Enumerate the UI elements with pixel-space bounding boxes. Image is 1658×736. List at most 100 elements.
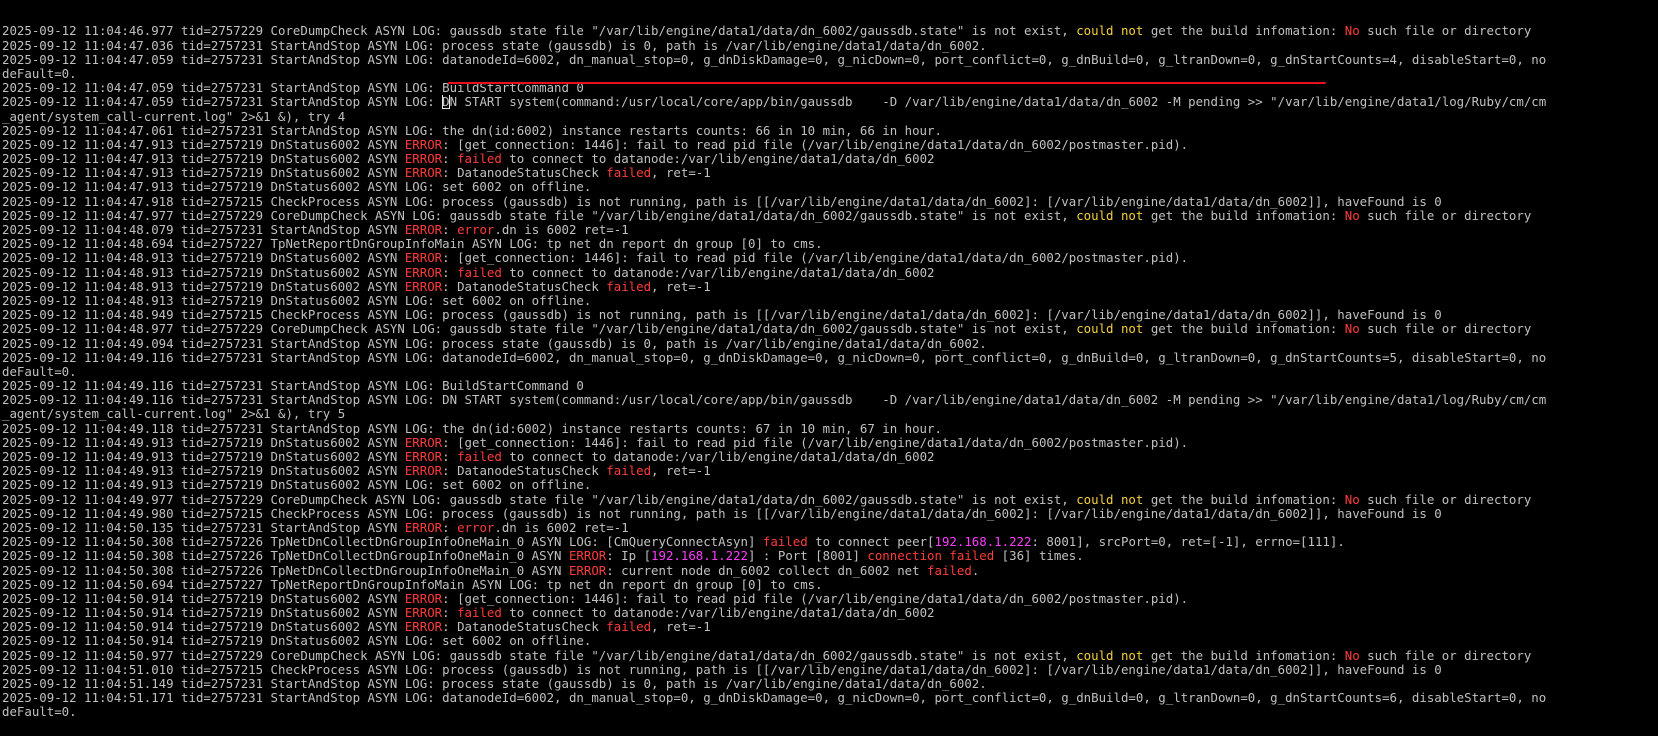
log-line: 2025-09-12 11:04:47.036 tid=2757231 Star… <box>2 39 1658 53</box>
log-text: 2025-09-12 11:04:50.914 tid=2757219 DnSt… <box>2 606 405 621</box>
error-highlight: ERROR <box>568 563 607 578</box>
log-line: 2025-09-12 11:04:51.149 tid=2757231 Star… <box>2 677 1658 691</box>
log-line: 2025-09-12 11:04:50.914 tid=2757219 DnSt… <box>2 592 1658 606</box>
log-line: 2025-09-12 11:04:50.694 tid=2757227 TpNe… <box>2 578 1658 592</box>
log-text: 2025-09-12 11:04:49.116 tid=2757231 Star… <box>2 350 1547 365</box>
log-text: to connect to datanode:/var/lib/engine/d… <box>501 606 935 621</box>
log-text: , ret=-1 <box>651 620 711 635</box>
log-text: _agent/system_call-current.log" 2>&1 &),… <box>2 407 346 422</box>
log-text: 2025-09-12 11:04:49.116 tid=2757231 Star… <box>2 393 1547 408</box>
error-highlight: failed <box>606 279 652 294</box>
log-text: 2025-09-12 11:04:48.913 tid=2757219 DnSt… <box>2 265 405 280</box>
log-line: 2025-09-12 11:04:47.913 tid=2757219 DnSt… <box>2 138 1658 152</box>
log-line: _agent/system_call-current.log" 2>&1 &),… <box>2 110 1658 124</box>
log-line: 2025-09-12 11:04:49.980 tid=2757215 Chec… <box>2 507 1658 521</box>
log-line: 2025-09-12 11:04:50.308 tid=2757226 TpNe… <box>2 564 1658 578</box>
log-line: 2025-09-12 11:04:49.977 tid=2757229 Core… <box>2 493 1658 507</box>
log-text: 2025-09-12 11:04:47.061 tid=2757231 Star… <box>2 123 942 138</box>
log-text: 2025-09-12 11:04:47.913 tid=2757219 DnSt… <box>2 180 592 195</box>
log-line: 2025-09-12 11:04:49.913 tid=2757219 DnSt… <box>2 436 1658 450</box>
warning-highlight: could not <box>1076 648 1144 663</box>
log-text: : DatanodeStatusCheck <box>442 279 607 294</box>
annotation-underline <box>448 82 1326 84</box>
log-line: 2025-09-12 11:04:48.913 tid=2757219 DnSt… <box>2 266 1658 280</box>
log-line: 2025-09-12 11:04:47.913 tid=2757219 DnSt… <box>2 166 1658 180</box>
log-line: 2025-09-12 11:04:50.914 tid=2757219 DnSt… <box>2 606 1658 620</box>
log-text: : DatanodeStatusCheck <box>442 166 607 181</box>
log-line: 2025-09-12 11:04:49.118 tid=2757231 Star… <box>2 422 1658 436</box>
log-text: : <box>442 265 458 280</box>
error-highlight: ERROR <box>404 223 443 238</box>
log-text: , ret=-1 <box>651 279 711 294</box>
error-highlight: error <box>457 223 495 238</box>
log-line: 2025-09-12 11:04:47.061 tid=2757231 Star… <box>2 124 1658 138</box>
log-line: 2025-09-12 11:04:48.949 tid=2757215 Chec… <box>2 308 1658 322</box>
log-text: deFault=0. <box>2 705 77 720</box>
log-text: : [get_connection: 1446]: fail to read p… <box>442 251 1189 266</box>
log-text: [36] times. <box>994 549 1084 564</box>
log-text: to connect peer[ <box>807 535 935 550</box>
ip-highlight: 192.168.1.222 <box>934 535 1032 550</box>
log-text: : [get_connection: 1446]: fail to read p… <box>442 435 1189 450</box>
log-text: get the build infomation: <box>1143 492 1345 507</box>
log-text: 2025-09-12 11:04:50.135 tid=2757231 Star… <box>2 520 405 535</box>
log-text: 2025-09-12 11:04:47.913 tid=2757219 DnSt… <box>2 152 405 167</box>
log-text: get the build infomation: <box>1143 24 1345 39</box>
log-text: _agent/system_call-current.log" 2>&1 &),… <box>2 109 346 124</box>
error-highlight: ERROR <box>404 279 443 294</box>
log-text: : DatanodeStatusCheck <box>442 464 607 479</box>
log-line: 2025-09-12 11:04:47.918 tid=2757215 Chec… <box>2 195 1658 209</box>
log-text: such file or directory <box>1359 492 1532 507</box>
error-highlight: ERROR <box>404 251 443 266</box>
error-highlight: ERROR <box>404 137 443 152</box>
log-text: N START system(command:/usr/local/core/a… <box>449 95 1547 110</box>
log-text: 2025-09-12 11:04:49.118 tid=2757231 Star… <box>2 421 942 436</box>
warning-highlight: could not <box>1076 24 1144 39</box>
log-line: 2025-09-12 11:04:50.914 tid=2757219 DnSt… <box>2 634 1658 648</box>
error-highlight: failed <box>457 606 502 621</box>
log-line: 2025-09-12 11:04:50.914 tid=2757219 DnSt… <box>2 620 1658 634</box>
warning-highlight: could not <box>1076 322 1144 337</box>
log-text: 2025-09-12 11:04:48.913 tid=2757219 DnSt… <box>2 251 405 266</box>
log-text: .dn is 6002 ret=-1 <box>494 520 629 535</box>
error-highlight: ERROR <box>568 549 607 564</box>
log-text: 2025-09-12 11:04:49.977 tid=2757229 Core… <box>2 492 1077 507</box>
log-line: 2025-09-12 11:04:50.977 tid=2757229 Core… <box>2 649 1658 663</box>
error-highlight: No <box>1344 24 1360 39</box>
log-text: deFault=0. <box>2 364 77 379</box>
log-line: deFault=0. <box>2 365 1658 379</box>
error-highlight: No <box>1344 492 1360 507</box>
log-line: 2025-09-12 11:04:49.116 tid=2757231 Star… <box>2 379 1658 393</box>
log-text: 2025-09-12 11:04:47.059 tid=2757231 Star… <box>2 95 443 110</box>
log-text: : 8001], srcPort=0, ret=[-1], errno=[111… <box>1031 535 1345 550</box>
log-text: 2025-09-12 11:04:47.913 tid=2757219 DnSt… <box>2 137 405 152</box>
log-line: 2025-09-12 11:04:48.913 tid=2757219 DnSt… <box>2 294 1658 308</box>
log-text: 2025-09-12 11:04:47.918 tid=2757215 Chec… <box>2 194 1442 209</box>
log-text: to connect to datanode:/var/lib/engine/d… <box>501 152 935 167</box>
log-text: : <box>442 152 458 167</box>
log-text: ] : Port [8001] <box>748 549 868 564</box>
log-text: 2025-09-12 11:04:50.694 tid=2757227 TpNe… <box>2 577 823 592</box>
log-line: 2025-09-12 11:04:51.010 tid=2757215 Chec… <box>2 663 1658 677</box>
log-text: such file or directory <box>1359 24 1532 39</box>
log-text: : <box>442 520 458 535</box>
error-highlight: ERROR <box>404 435 443 450</box>
log-line: 2025-09-12 11:04:49.913 tid=2757219 DnSt… <box>2 464 1658 478</box>
terminal-output[interactable]: 2025-09-12 11:04:46.977 tid=2757229 Core… <box>0 0 1658 736</box>
error-highlight: failed <box>927 563 972 578</box>
log-line: 2025-09-12 11:04:49.116 tid=2757231 Star… <box>2 393 1658 407</box>
log-line: 2025-09-12 11:04:47.913 tid=2757219 DnSt… <box>2 152 1658 166</box>
log-line: 2025-09-12 11:04:48.079 tid=2757231 Star… <box>2 223 1658 237</box>
warning-highlight: could not <box>1076 492 1144 507</box>
log-text: : <box>442 450 458 465</box>
log-text: : [get_connection: 1446]: fail to read p… <box>442 137 1189 152</box>
log-text: such file or directory <box>1359 322 1532 337</box>
log-text: , ret=-1 <box>651 166 711 181</box>
log-text: 2025-09-12 11:04:51.171 tid=2757231 Star… <box>2 691 1547 706</box>
error-highlight: No <box>1344 648 1360 663</box>
log-text: 2025-09-12 11:04:50.914 tid=2757219 DnSt… <box>2 591 405 606</box>
log-line: 2025-09-12 11:04:48.913 tid=2757219 DnSt… <box>2 280 1658 294</box>
log-text: 2025-09-12 11:04:49.116 tid=2757231 Star… <box>2 379 584 394</box>
log-line: 2025-09-12 11:04:48.977 tid=2757229 Core… <box>2 322 1658 336</box>
log-text: 2025-09-12 11:04:49.980 tid=2757215 Chec… <box>2 506 1442 521</box>
